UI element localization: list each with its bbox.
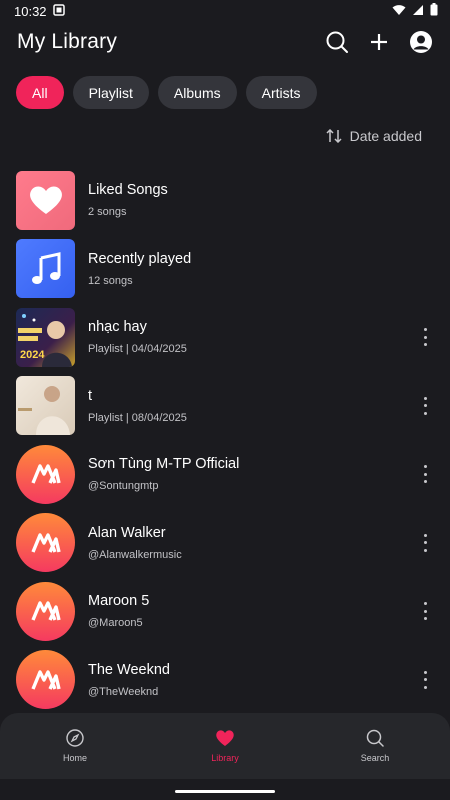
add-button[interactable]	[366, 29, 392, 55]
nav-search[interactable]: Search	[300, 713, 450, 779]
playlist-art	[18, 386, 70, 436]
item-title: Maroon 5	[88, 593, 150, 610]
heart-icon	[216, 730, 234, 746]
list-item-artist-the-weeknd[interactable]: The Weeknd @TheWeeknd	[0, 646, 450, 715]
item-subtitle: @TheWeeknd	[88, 685, 159, 698]
list-item-artist-alan-walker[interactable]: Alan Walker @Alanwalkermusic	[0, 509, 450, 578]
app-logo-icon	[30, 464, 61, 484]
list-item-recently-played[interactable]: Recently played 12 songs	[0, 235, 450, 304]
list-item-artist-maroon-5[interactable]: Maroon 5 @Maroon5	[0, 577, 450, 646]
playlist-cover-text: 2024	[20, 348, 45, 361]
status-time: 10:32	[14, 3, 47, 19]
item-subtitle: Playlist | 08/04/2025	[88, 411, 187, 424]
recently-played-cover	[16, 239, 75, 299]
more-options-button[interactable]	[422, 328, 428, 347]
liked-songs-cover	[16, 170, 75, 230]
nav-library[interactable]: Library	[150, 713, 300, 779]
item-title: nhạc hay	[88, 319, 147, 336]
playlist-cover-image: 2024	[16, 307, 75, 367]
page-title: My Library	[17, 30, 118, 53]
more-options-button[interactable]	[422, 465, 428, 484]
list-item-artist-son-tung[interactable]: Sơn Tùng M-TP Official @Sontungmtp	[0, 440, 450, 509]
item-title: Sơn Tùng M-TP Official	[88, 456, 240, 473]
nav-search-label: Search	[360, 753, 390, 763]
account-icon	[410, 31, 432, 53]
notification-icon	[52, 3, 65, 19]
more-options-button[interactable]	[422, 533, 428, 552]
more-options-button[interactable]	[422, 602, 428, 621]
item-title: The Weeknd	[88, 661, 170, 678]
sort-label: Date added	[349, 128, 422, 144]
item-subtitle: @Sontungmtp	[88, 480, 159, 493]
gesture-bar[interactable]	[175, 790, 275, 793]
search-button[interactable]	[324, 29, 350, 55]
battery-icon	[430, 3, 438, 19]
wifi-icon	[392, 4, 406, 19]
artist-avatar	[16, 581, 75, 641]
bottom-nav: Home Library Search	[0, 713, 450, 779]
item-title: t	[88, 387, 93, 404]
sort-icon	[326, 129, 342, 143]
item-subtitle: @Maroon5	[88, 617, 143, 630]
item-subtitle: 12 songs	[88, 274, 133, 287]
status-bar: 10:32	[0, 0, 450, 22]
list-item-playlist-nhac-hay[interactable]: 2024 nhạc hay Playlist | 04/04/2025	[0, 303, 450, 372]
item-subtitle: 2 songs	[88, 206, 127, 219]
artist-avatar	[16, 444, 75, 504]
nav-library-label: Library	[211, 753, 239, 763]
app-header: My Library	[0, 22, 450, 62]
artist-avatar	[16, 650, 75, 710]
compass-icon	[66, 729, 84, 747]
chip-playlist[interactable]: Playlist	[72, 76, 149, 109]
app-logo-icon	[30, 670, 61, 690]
search-icon	[326, 31, 348, 53]
music-note-icon	[31, 251, 60, 284]
playlist-cover-image	[16, 376, 75, 436]
sort-button[interactable]: Date added	[326, 128, 422, 144]
plus-icon	[371, 34, 387, 50]
filter-chips: All Playlist Albums Artists	[16, 76, 317, 109]
nav-home[interactable]: Home	[0, 713, 150, 779]
search-icon	[366, 729, 384, 747]
profile-button[interactable]	[408, 29, 434, 55]
nav-home-label: Home	[62, 753, 87, 763]
cell-signal-icon	[412, 4, 424, 19]
item-title: Alan Walker	[88, 524, 166, 541]
app-logo-icon	[30, 533, 61, 553]
app-logo-icon	[30, 601, 61, 621]
heart-icon	[29, 186, 62, 215]
chip-albums[interactable]: Albums	[157, 76, 237, 109]
more-options-button[interactable]	[422, 670, 428, 689]
item-title: Recently played	[88, 250, 192, 267]
artist-avatar	[16, 513, 75, 573]
list-item-liked-songs[interactable]: Liked Songs 2 songs	[0, 166, 450, 235]
more-options-button[interactable]	[422, 396, 428, 415]
list-item-playlist-t[interactable]: t Playlist | 08/04/2025	[0, 372, 450, 441]
item-title: Liked Songs	[88, 182, 168, 199]
library-list: Liked Songs 2 songs Recently played 12 s…	[0, 166, 450, 714]
chip-all[interactable]: All	[16, 76, 64, 109]
chip-artists[interactable]: Artists	[245, 76, 317, 109]
item-subtitle: Playlist | 04/04/2025	[88, 343, 187, 356]
item-subtitle: @Alanwalkermusic	[88, 548, 182, 561]
